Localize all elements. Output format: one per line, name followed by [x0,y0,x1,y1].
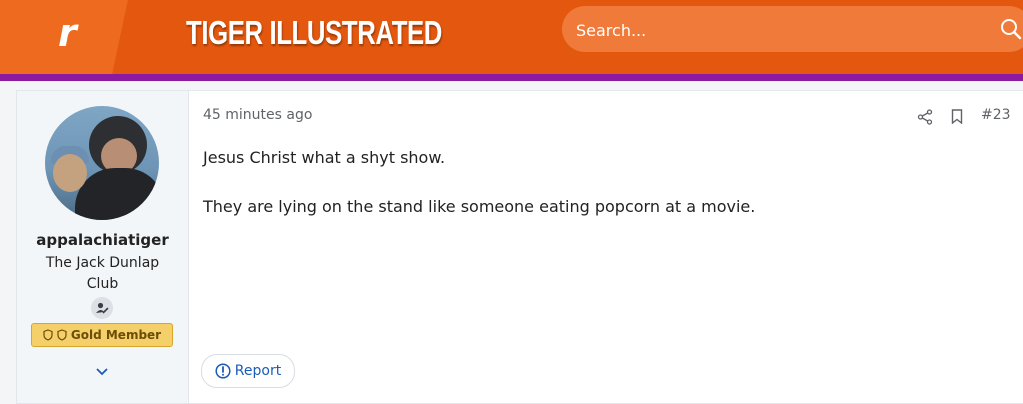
post-timestamp[interactable]: 45 minutes ago [203,107,312,123]
post-paragraph: They are lying on the stand like someone… [203,197,756,216]
author-username[interactable]: appalachiatiger [17,231,188,249]
post-author-sidebar: appalachiatiger The Jack Dunlap Club Gol… [17,91,189,403]
search-box[interactable] [562,6,1023,54]
post-content: Jesus Christ what a shyt show. They are … [203,147,1003,245]
site-brand-title[interactable]: TIGER ILLUSTRATED [186,14,442,52]
site-header: r TIGER ILLUSTRATED [0,0,1023,74]
avatar[interactable] [45,106,159,220]
header-accent-bar [0,74,1023,81]
member-badge-label: Gold Member [70,328,162,342]
post-paragraph: Jesus Christ what a shyt show. [203,148,446,167]
shield-icon [57,329,67,341]
user-role-icon [91,297,113,319]
share-icon[interactable] [917,109,933,125]
search-input[interactable] [574,6,978,54]
author-user-title: The Jack Dunlap Club [45,255,160,292]
member-badge: Gold Member [31,323,173,347]
search-icon[interactable] [1000,18,1022,40]
post-number[interactable]: #23 [981,107,1011,123]
site-logo[interactable]: r [58,10,88,56]
report-button[interactable]: Report [201,354,295,388]
chevron-down-icon[interactable] [95,367,109,377]
bookmark-icon[interactable] [951,109,963,124]
report-icon [215,363,231,379]
forum-post: appalachiatiger The Jack Dunlap Club Gol… [16,90,1023,404]
shield-icon [43,329,53,341]
report-label: Report [234,363,282,379]
